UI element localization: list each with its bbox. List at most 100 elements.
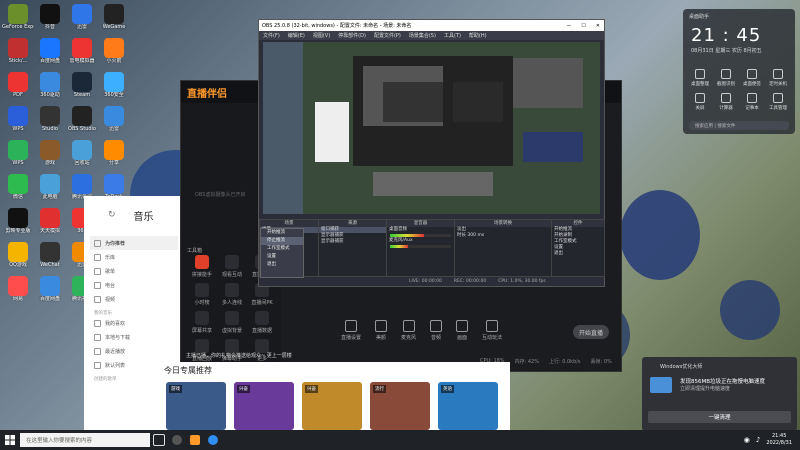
desktop-icon[interactable]: 游戏 — [34, 140, 66, 166]
desktop-icon[interactable]: QQ游戏 — [2, 242, 34, 268]
dock-row[interactable]: 桌面音频 — [387, 227, 454, 233]
desktop-icon[interactable]: Steam — [66, 72, 98, 98]
playlist-card[interactable]: 兴奋 — [234, 382, 294, 430]
live-taskbar-icon[interactable] — [186, 430, 204, 450]
desktop-icon[interactable]: 天天模拟 — [34, 208, 66, 234]
taskbar-search-input[interactable]: 在这里输入你要搜索的内容 — [20, 433, 150, 447]
tool-item[interactable]: 多人连线 — [219, 283, 245, 306]
volume-icon[interactable]: ♪ — [756, 436, 760, 444]
my-music-item[interactable]: 最近播放 — [90, 344, 178, 358]
desktop-icon[interactable]: 分享 — [98, 140, 130, 166]
obs-menu-item[interactable]: 帮助(H) — [469, 32, 487, 39]
playlist-card[interactable]: 流行 — [370, 382, 430, 430]
live-toolbar-button[interactable]: 画面 — [456, 319, 469, 341]
close-icon[interactable]: ✕ — [596, 23, 600, 29]
my-music-item[interactable]: 我的喜欢 — [90, 316, 178, 330]
task-view-icon[interactable] — [150, 430, 168, 450]
taskbar-clock[interactable]: 21:45 2022/8/31 — [766, 433, 792, 447]
desktop-icon[interactable]: 360驱动 — [34, 72, 66, 98]
dock-row[interactable]: 麦克风/Aux — [387, 238, 454, 244]
obs-menu-item[interactable]: 停靠部件(D) — [338, 32, 366, 39]
controls-menu-item[interactable]: 停止推流 — [261, 237, 303, 245]
tool-item[interactable]: 观看互动 — [219, 255, 245, 278]
desktop-icon[interactable]: 微信 — [2, 174, 34, 200]
controls-menu-item[interactable]: 工作室模式 — [261, 245, 303, 253]
playlist-card[interactable]: 英语 — [438, 382, 498, 430]
desktop-icon[interactable]: WPS — [2, 140, 34, 166]
widget-shortcut[interactable]: 计算器 — [713, 93, 739, 111]
obs-taskbar-icon[interactable] — [168, 430, 186, 450]
widget-shortcut[interactable]: 截图识别 — [713, 69, 739, 87]
obs-menu-item[interactable]: 视图(V) — [313, 32, 330, 39]
tool-item[interactable]: 小时榜 — [189, 283, 215, 306]
widget-shortcut[interactable]: 工具管理 — [765, 93, 791, 111]
widget-search-input[interactable]: 搜索应用 | 搜索文件 — [689, 121, 789, 130]
dock-row[interactable]: 时长 300 ms — [455, 233, 551, 239]
network-icon[interactable]: ◉ — [744, 436, 750, 444]
desktop-icon[interactable]: WeChat — [34, 242, 66, 268]
playlist-card[interactable]: 兴奋 — [302, 382, 362, 430]
obs-menu-item[interactable]: 文件(F) — [263, 32, 280, 39]
desktop-icon[interactable]: GeForce Experience — [2, 4, 34, 30]
desktop-icon[interactable]: WPS — [2, 106, 34, 132]
app-icon — [40, 38, 60, 58]
live-toolbar-button[interactable]: 美颜 — [375, 319, 388, 341]
controls-menu-item[interactable]: 开始推流 — [261, 229, 303, 237]
desktop-icon[interactable]: Stick/... — [2, 38, 34, 64]
refresh-icon[interactable]: ↻ — [108, 210, 116, 220]
obs-menu-item[interactable]: 场景集合(S) — [409, 32, 436, 39]
controls-menu-item[interactable]: 设置 — [261, 253, 303, 261]
widget-shortcut[interactable]: 记事本 — [739, 93, 765, 111]
music-nav-item[interactable]: 视频 — [90, 292, 178, 306]
desktop-icon[interactable]: 雷电模拟器 — [66, 38, 98, 64]
tool-item[interactable]: 屏幕共享 — [189, 311, 215, 334]
desktop-icon[interactable]: 小火箭 — [98, 38, 130, 64]
desktop-icon[interactable]: 百度网盘 — [34, 276, 66, 302]
desktop-icon[interactable]: 百度网盘 — [34, 38, 66, 64]
tool-item[interactable]: 直播数据 — [249, 311, 275, 334]
start-live-button[interactable]: 开始直播 — [573, 325, 609, 339]
tool-item[interactable]: 拼接能手 — [189, 255, 215, 278]
dock-row[interactable]: 显示器捕获 — [319, 239, 386, 245]
music-nav-item[interactable]: 乐库 — [90, 250, 178, 264]
live-toolbar-button[interactable]: 互动玩法 — [482, 319, 502, 341]
desktop-icon[interactable]: 迅雷 — [66, 4, 98, 30]
desktop-icon[interactable]: 360安全 — [98, 72, 130, 98]
desktop-icon[interactable]: 网易 — [2, 276, 34, 302]
widget-shortcut[interactable]: 关屏 — [687, 93, 713, 111]
desktop-icon[interactable]: PDF — [2, 72, 34, 98]
music-nav-item[interactable]: 为你推荐 — [90, 236, 178, 250]
controls-menu-item[interactable]: 退出 — [261, 261, 303, 269]
minimize-icon[interactable]: — — [566, 23, 571, 29]
music-nav-item[interactable]: 歌单 — [90, 264, 178, 278]
live-toolbar-button[interactable]: 直播设置 — [341, 319, 361, 341]
desktop-icon[interactable]: WeGame — [98, 4, 130, 30]
desktop-icon[interactable]: 此电脑 — [34, 174, 66, 200]
widget-shortcut[interactable]: 定时关机 — [765, 69, 791, 87]
obs-menu-item[interactable]: 工具(T) — [444, 32, 461, 39]
tool-item[interactable]: 虚拟背景 — [219, 311, 245, 334]
maximize-icon[interactable]: ☐ — [581, 23, 585, 29]
obs-menu-item[interactable]: 编辑(E) — [288, 32, 305, 39]
desktop-icon-label: Stick/... — [8, 58, 28, 64]
live-toolbar-button[interactable]: 音频 — [430, 319, 443, 341]
dock-row[interactable]: 退出 — [552, 251, 604, 257]
browser-taskbar-icon[interactable] — [204, 430, 222, 450]
live-toolbar-button[interactable]: 麦克风 — [401, 319, 416, 341]
playlist-card[interactable]: 游戏 — [166, 382, 226, 430]
clean-button[interactable]: 一键清理 — [648, 411, 791, 423]
desktop-icon[interactable]: OBS Studio — [66, 106, 98, 132]
desktop-icon[interactable]: 回收站 — [66, 140, 98, 166]
desktop-icon[interactable]: 剪映专业版 — [2, 208, 34, 234]
widget-shortcut[interactable]: 桌面整理 — [687, 69, 713, 87]
start-icon[interactable] — [0, 430, 20, 450]
my-music-item[interactable]: 本地与下载 — [90, 330, 178, 344]
desktop-icon[interactable]: Studio — [34, 106, 66, 132]
music-nav-item[interactable]: 电台 — [90, 278, 178, 292]
desktop-icon[interactable]: 迅雷 — [98, 106, 130, 132]
widget-shortcut[interactable]: 桌面便签 — [739, 69, 765, 87]
obs-menu-item[interactable]: 配置文件(P) — [374, 32, 401, 39]
obs-preview[interactable] — [263, 42, 600, 214]
desktop-icon[interactable]: 抖音 — [34, 4, 66, 30]
nav-label: 歌单 — [105, 268, 116, 275]
